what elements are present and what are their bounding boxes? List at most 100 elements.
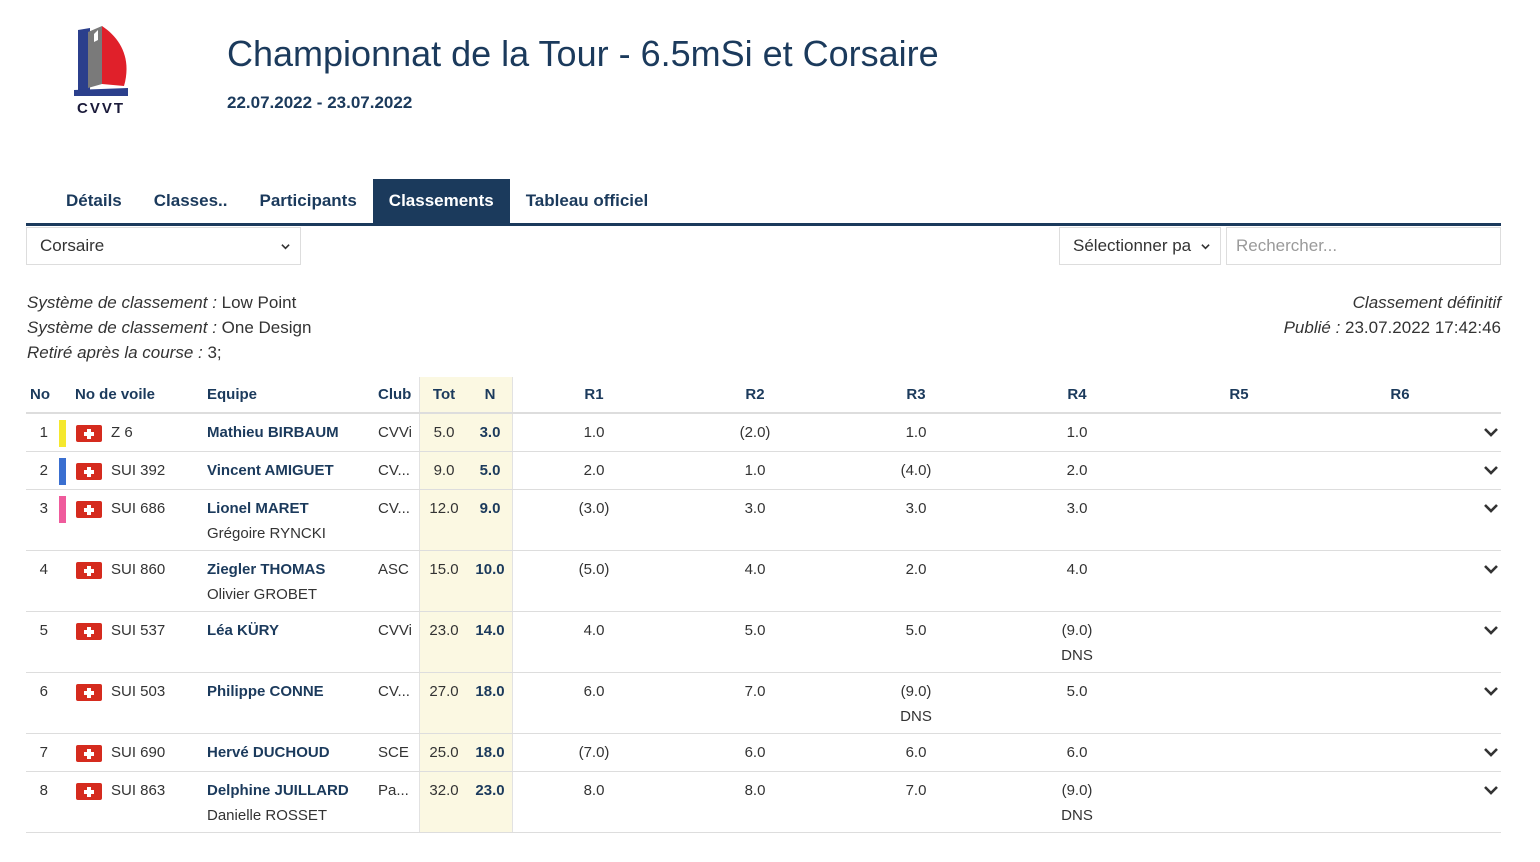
race-points: 3.0 <box>1066 500 1088 517</box>
scoring-system-line: Système de classement : Low Point <box>27 293 297 312</box>
header-r5[interactable]: R5 <box>1199 377 1279 413</box>
tab-classements[interactable]: Classements <box>372 179 510 223</box>
race-score-r1: 1.0 <box>554 423 634 443</box>
header-net[interactable]: N <box>470 377 510 413</box>
race-score-r1: (3.0) <box>554 499 634 519</box>
skipper-name[interactable]: Mathieu BIRBAUM <box>207 423 339 443</box>
skipper-name[interactable]: Vincent AMIGUET <box>207 461 334 481</box>
header-team[interactable]: Equipe <box>207 377 257 413</box>
header-no[interactable]: No <box>30 377 50 413</box>
header-club[interactable]: Club <box>378 377 411 413</box>
skipper-name[interactable]: Léa KÜRY <box>207 621 279 641</box>
race-score-r3: 7.0 <box>876 781 956 801</box>
race-score-r2: (2.0) <box>715 423 795 443</box>
table-row[interactable]: 2 SUI 392 Vincent AMIGUET CV... 9.0 5.0 2.0 1.0… <box>26 452 1501 490</box>
table-row[interactable]: 5 SUI 537 Léa KÜRY CVVi 23.0 14.0 4.0 5.0 5.0 (9.… <box>26 612 1501 673</box>
race-score-r4: (9.0) DNS <box>1037 781 1117 826</box>
race-points: 5.0 <box>1066 683 1088 700</box>
header-r6[interactable]: R6 <box>1360 377 1440 413</box>
race-score-r1: (7.0) <box>554 743 634 763</box>
header-r4[interactable]: R4 <box>1037 377 1117 413</box>
header-r1[interactable]: R1 <box>554 377 634 413</box>
class-select-value: Corsaire <box>40 236 105 255</box>
sail-number: SUI 503 <box>111 683 166 700</box>
rank: 2 <box>39 462 48 479</box>
race-points: (3.0) <box>578 500 610 517</box>
table-row[interactable]: 6 SUI 503 Philippe CONNE CV... 27.0 18.0 6.0 7.… <box>26 673 1501 734</box>
table-row[interactable]: 7 SUI 690 Hervé DUCHOUD SCE 25.0 18.0 (7.0) 6.0… <box>26 734 1501 772</box>
header-r3[interactable]: R3 <box>876 377 956 413</box>
race-score-r3: 5.0 <box>876 621 956 641</box>
crew-name: Olivier GROBET <box>207 586 318 603</box>
table-header: No No de voile Equipe Club Tot N R1 R2 R… <box>26 377 1501 414</box>
skipper-name[interactable]: Ziegler THOMAS <box>207 560 325 580</box>
race-score-r4: 2.0 <box>1037 461 1117 481</box>
swiss-flag-icon <box>76 783 102 800</box>
total-points: 27.0 <box>429 683 459 700</box>
skipper-name[interactable]: Philippe CONNE <box>207 682 324 702</box>
race-score-r3: 3.0 <box>876 499 956 519</box>
race-points: 1.0 <box>905 424 927 441</box>
sail-number: SUI 690 <box>111 744 166 761</box>
total-points: 12.0 <box>429 500 459 517</box>
tab-classes[interactable]: Classes.. <box>138 179 244 223</box>
race-points: 4.0 <box>744 561 766 578</box>
race-points: 1.0 <box>1066 424 1088 441</box>
chevron-down-icon[interactable] <box>1483 782 1499 798</box>
chevron-down-icon[interactable] <box>1483 462 1499 478</box>
tab-details[interactable]: Détails <box>26 179 138 223</box>
race-score-r4: (9.0) DNS <box>1037 621 1117 666</box>
race-points: 1.0 <box>744 462 766 479</box>
race-points: 8.0 <box>744 782 766 799</box>
table-row[interactable]: 4 SUI 860 Ziegler THOMAS Olivier GROBET ASC 1… <box>26 551 1501 612</box>
crew-name: Grégoire RYNCKI <box>207 525 326 542</box>
chevron-down-icon[interactable] <box>1483 561 1499 577</box>
filter-select[interactable]: Sélectionner pa <box>1059 227 1221 265</box>
race-points: (9.0) <box>1061 782 1093 799</box>
net-points: 23.0 <box>475 782 505 799</box>
sail-number: Z 6 <box>111 424 133 441</box>
race-score-r3: (4.0) <box>876 461 956 481</box>
chevron-down-icon[interactable] <box>1483 622 1499 638</box>
race-points: 3.0 <box>905 500 927 517</box>
chevron-down-icon[interactable] <box>1483 744 1499 760</box>
swiss-flag-icon <box>76 562 102 579</box>
header-r2[interactable]: R2 <box>715 377 795 413</box>
class-select[interactable]: Corsaire <box>26 227 301 265</box>
logo-text: CVVT <box>76 100 125 117</box>
tab-participants[interactable]: Participants <box>243 179 372 223</box>
chevron-down-icon[interactable] <box>1483 424 1499 440</box>
search-input[interactable] <box>1226 227 1501 265</box>
skipper-name[interactable]: Hervé DUCHOUD <box>207 743 330 763</box>
race-points: 5.0 <box>744 622 766 639</box>
swiss-flag-icon <box>76 745 102 762</box>
rank: 8 <box>39 782 48 799</box>
total-points: 15.0 <box>429 561 459 578</box>
race-score-r2: 8.0 <box>715 781 795 801</box>
race-score-r2: 3.0 <box>715 499 795 519</box>
race-score-r1: 8.0 <box>554 781 634 801</box>
team: Delphine JUILLARD Danielle ROSSET <box>207 781 349 826</box>
chevron-down-icon[interactable] <box>1483 500 1499 516</box>
published-line: Publié : 23.07.2022 17:42:46 <box>1283 318 1501 337</box>
race-score-r3: 6.0 <box>876 743 956 763</box>
publication-info: Classement définitif Publié : 23.07.2022… <box>1284 290 1501 340</box>
race-score-r1: 4.0 <box>554 621 634 641</box>
chevron-down-icon <box>1201 244 1210 250</box>
table-row[interactable]: 3 SUI 686 Lionel MARET Grégoire RYNCKI CV...… <box>26 490 1501 551</box>
club: Pa... <box>378 782 409 799</box>
chevron-down-icon[interactable] <box>1483 683 1499 699</box>
race-points: 6.0 <box>744 744 766 761</box>
tab-official-board[interactable]: Tableau officiel <box>510 179 665 223</box>
header-tot[interactable]: Tot <box>426 377 462 413</box>
header-sail[interactable]: No de voile <box>75 377 155 413</box>
skipper-name[interactable]: Lionel MARET <box>207 499 326 519</box>
race-points: (5.0) <box>578 561 610 578</box>
total-points: 25.0 <box>429 744 459 761</box>
discard-line: Retiré après la course : 3; <box>27 343 222 362</box>
race-penalty-code: DNS <box>1061 807 1093 824</box>
skipper-name[interactable]: Delphine JUILLARD <box>207 781 349 801</box>
table-row[interactable]: 1 Z 6 Mathieu BIRBAUM CVVi 5.0 3.0 1.0 (2.0) 1.0… <box>26 414 1501 452</box>
table-row[interactable]: 8 SUI 863 Delphine JUILLARD Danielle ROSSET… <box>26 772 1501 833</box>
crew-name: Danielle ROSSET <box>207 807 328 824</box>
